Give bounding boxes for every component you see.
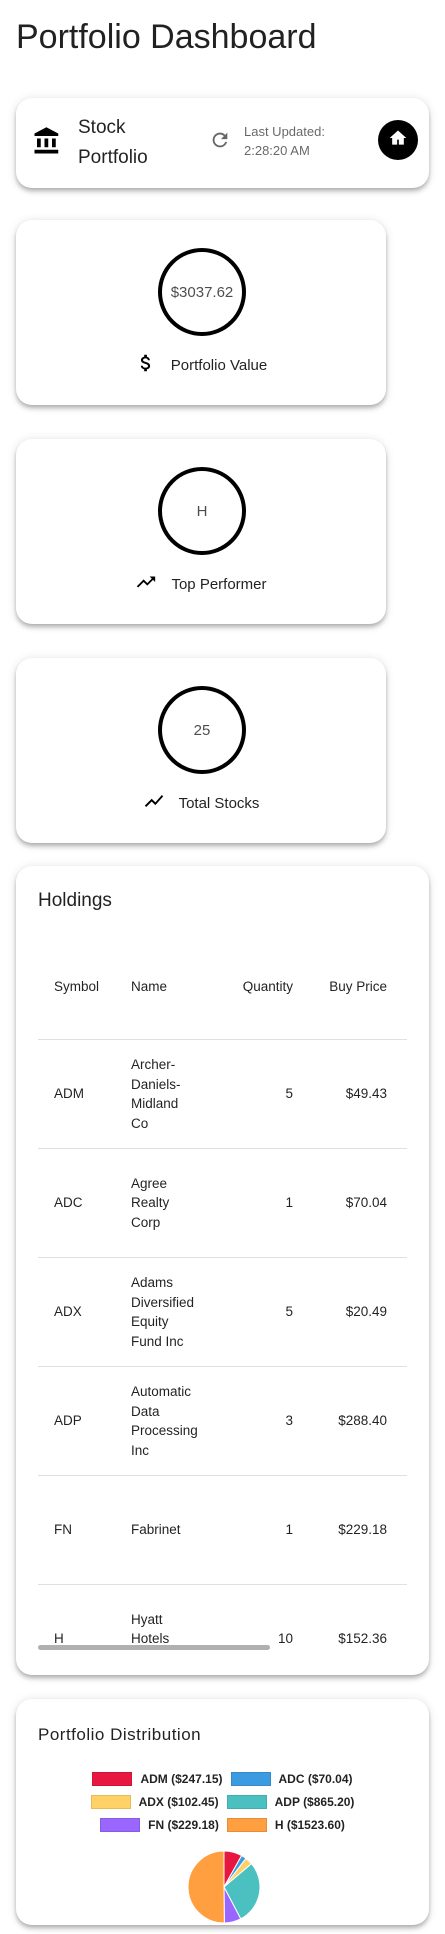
legend-item-adc[interactable]: ADC ($70.04) (230, 1771, 353, 1786)
cell-name: Hyatt Hotels Corp (115, 1584, 215, 1650)
scrollbar-thumb[interactable] (38, 1645, 271, 1650)
table-row: ADM Archer-Daniels-Midland Co 5 $49.43 $… (38, 1039, 407, 1149)
column-header-quantity: Quantity (215, 934, 309, 1040)
cell-name: Adams Diversified Equity Fund Inc (115, 1257, 215, 1367)
portfolio-header-card: Stock Portfolio Last Updated: 2:28:20 AM (16, 98, 429, 188)
holdings-table-container[interactable]: Symbol Name Quantity Buy Price Cu ADM Ar… (38, 934, 407, 1650)
cell-symbol: ADM (38, 1039, 115, 1149)
cell-name: Archer-Daniels-Midland Co (115, 1039, 215, 1149)
cell-name: Agree Realty Corp (115, 1148, 215, 1258)
portfolio-value-ring: $3037.62 (158, 248, 246, 336)
portfolio-value-label: Portfolio Value (170, 356, 268, 374)
total-stocks-card: 25 Total Stocks (16, 658, 386, 843)
cell-buy-price: $152.36 (309, 1584, 403, 1650)
cell-buy-price: $229.18 (309, 1475, 403, 1585)
cell-current-price: $1 (403, 1584, 407, 1650)
dollar-icon (135, 352, 157, 378)
last-updated: Last Updated: 2:28:20 AM (244, 122, 354, 160)
cell-current-price: $2 (403, 1366, 407, 1476)
trending-up-icon (135, 571, 157, 597)
home-icon (388, 128, 408, 153)
legend-swatch (100, 1817, 141, 1832)
table-header-row: Symbol Name Quantity Buy Price Cu (38, 934, 407, 1040)
bank-icon (32, 126, 62, 156)
column-header-symbol: Symbol (38, 934, 115, 1040)
cell-current-price: $4 (403, 1039, 407, 1149)
cell-symbol: FN (38, 1475, 115, 1585)
last-updated-label: Last Updated: (244, 124, 325, 139)
total-stocks-label-row: Total Stocks (16, 790, 386, 816)
portfolio-value-label-row: Portfolio Value (16, 352, 386, 378)
pie-slice-h[interactable] (187, 1850, 225, 1924)
top-performer-card: H Top Performer (16, 439, 386, 624)
cell-quantity: 3 (215, 1366, 309, 1476)
legend-swatch (230, 1771, 271, 1786)
cell-current-price: $2 (403, 1475, 407, 1585)
home-button[interactable] (378, 120, 418, 160)
cell-name: Fabrinet (115, 1475, 215, 1585)
cell-buy-price: $288.40 (309, 1366, 403, 1476)
legend-label: ADX ($102.45) (138, 1794, 219, 1809)
page-title: Portfolio Dashboard (16, 18, 317, 56)
column-header-name: Name (115, 934, 215, 1040)
legend-label: ADP ($865.20) (274, 1794, 355, 1809)
cell-current-price: $2 (403, 1257, 407, 1367)
top-performer-ring: H (158, 467, 246, 555)
legend-item-fn[interactable]: FN ($229.18) (100, 1817, 219, 1832)
table-row: H Hyatt Hotels Corp 10 $152.36 $1 (38, 1584, 407, 1650)
cell-quantity: 5 (215, 1257, 309, 1367)
legend-swatch (226, 1794, 267, 1809)
legend-item-adx[interactable]: ADX ($102.45) (90, 1794, 219, 1809)
cell-symbol: ADX (38, 1257, 115, 1367)
cell-name: Automatic Data Processing Inc (115, 1366, 215, 1476)
legend-label: ADM ($247.15) (140, 1771, 223, 1786)
legend-item-adm[interactable]: ADM ($247.15) (92, 1771, 223, 1786)
cell-current-price: $7 (403, 1148, 407, 1258)
column-header-buy-price: Buy Price (309, 934, 403, 1040)
last-updated-time: 2:28:20 AM (244, 143, 310, 158)
cell-symbol: ADP (38, 1366, 115, 1476)
refresh-icon (209, 129, 231, 156)
legend-label: ADC ($70.04) (278, 1771, 353, 1786)
cell-quantity: 1 (215, 1148, 309, 1258)
legend-item-adp[interactable]: ADP ($865.20) (226, 1794, 355, 1809)
cell-buy-price: $70.04 (309, 1148, 403, 1258)
holdings-card: Holdings Symbol Name Quantity Buy Price … (16, 866, 429, 1675)
cell-quantity: 5 (215, 1039, 309, 1149)
legend-swatch (90, 1794, 131, 1809)
legend-swatch (92, 1771, 133, 1786)
portfolio-value-card: $3037.62 Portfolio Value (16, 220, 386, 405)
total-stocks-ring: 25 (158, 686, 246, 774)
distribution-pie-chart[interactable] (186, 1849, 262, 1925)
table-row: ADC Agree Realty Corp 1 $70.04 $7 (38, 1148, 407, 1258)
refresh-button[interactable] (206, 128, 234, 156)
holdings-table: Symbol Name Quantity Buy Price Cu ADM Ar… (38, 934, 407, 1650)
total-stocks-label: Total Stocks (178, 794, 260, 812)
cell-symbol: H (38, 1584, 115, 1650)
column-header-current-price: Cu (403, 934, 407, 1040)
portfolio-title: Stock Portfolio (78, 117, 148, 168)
table-row: FN Fabrinet 1 $229.18 $2 (38, 1475, 407, 1585)
distribution-title: Portfolio Distribution (38, 1725, 202, 1744)
cell-buy-price: $49.43 (309, 1039, 403, 1149)
distribution-card: Portfolio Distribution ADM ($247.15) ADC… (16, 1699, 429, 1925)
show-chart-icon (143, 790, 165, 816)
table-row: ADP Automatic Data Processing Inc 3 $288… (38, 1366, 407, 1476)
table-row: ADX Adams Diversified Equity Fund Inc 5 … (38, 1257, 407, 1367)
top-performer-label-row: Top Performer (16, 571, 386, 597)
cell-symbol: ADC (38, 1148, 115, 1258)
chart-legend: ADM ($247.15) ADC ($70.04) ADX ($102.45)… (16, 1767, 429, 1836)
cell-quantity: 1 (215, 1475, 309, 1585)
holdings-title: Holdings (38, 890, 112, 911)
horizontal-scrollbar[interactable] (38, 1645, 407, 1651)
legend-item-h[interactable]: H ($1523.60) (226, 1817, 345, 1832)
cell-quantity: 10 (215, 1584, 309, 1650)
legend-label: H ($1523.60) (274, 1817, 345, 1832)
cell-buy-price: $20.49 (309, 1257, 403, 1367)
legend-swatch (226, 1817, 267, 1832)
top-performer-label: Top Performer (171, 575, 267, 593)
legend-label: FN ($229.18) (148, 1817, 219, 1832)
